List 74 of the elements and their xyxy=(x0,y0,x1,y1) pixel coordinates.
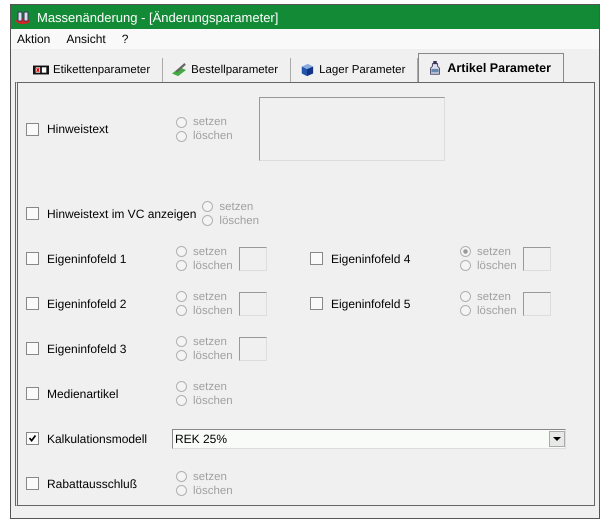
checkbox-label: Eigeninfofeld 1 xyxy=(47,252,126,266)
checkbox-label: Eigeninfofeld 3 xyxy=(47,342,126,356)
checkbox[interactable] xyxy=(26,122,39,136)
checkbox[interactable] xyxy=(26,477,39,490)
tab[interactable]: Etikettenparameter xyxy=(25,58,164,82)
window-title: Massenänderung - [Änderungsparameter] xyxy=(37,10,278,24)
menu-item[interactable]: Ansicht xyxy=(66,32,106,46)
radio-label: löschen xyxy=(193,260,233,272)
radio-label: löschen xyxy=(193,484,233,496)
input-field[interactable] xyxy=(522,246,551,270)
radio-button[interactable] xyxy=(202,201,214,212)
radio-label: setzen xyxy=(193,380,227,392)
bottles-icon xyxy=(15,9,31,25)
radio-button[interactable] xyxy=(460,305,471,316)
checkbox-label: Hinweistext im VC anzeigen xyxy=(47,206,196,220)
radio-button[interactable] xyxy=(176,116,187,128)
checkbox-label: Eigeninfofeld 4 xyxy=(331,252,410,266)
radio-label: setzen xyxy=(477,246,511,258)
radio-button[interactable] xyxy=(176,350,187,361)
tab[interactable]: Bestellparameter xyxy=(163,58,292,82)
radio-button[interactable] xyxy=(460,291,471,302)
text-area[interactable] xyxy=(258,97,445,161)
cube-icon xyxy=(299,63,316,77)
radio-label: setzen xyxy=(193,470,227,482)
radio-label: löschen xyxy=(193,394,233,406)
radio-label: löschen xyxy=(193,350,233,362)
radio-button[interactable] xyxy=(176,260,187,271)
checkbox[interactable] xyxy=(26,387,39,400)
radio-button[interactable] xyxy=(202,215,214,226)
radio-label: setzen xyxy=(193,336,227,348)
radio-button[interactable] xyxy=(176,395,187,406)
radio-label: setzen xyxy=(193,116,227,128)
dropdown-field[interactable]: REK 25% xyxy=(172,428,566,448)
radio-button[interactable] xyxy=(460,246,471,257)
radio-label: löschen xyxy=(477,260,517,272)
radio-label: löschen xyxy=(193,130,233,142)
radio-label: löschen xyxy=(219,214,260,226)
input-field[interactable] xyxy=(522,292,551,316)
radio-label: setzen xyxy=(219,200,254,212)
checkbox[interactable] xyxy=(26,432,39,445)
radio-button[interactable] xyxy=(176,471,187,482)
input-field[interactable] xyxy=(238,336,267,360)
radio-button[interactable] xyxy=(176,305,187,316)
checkbox-label: Eigeninfofeld 2 xyxy=(47,296,126,310)
checkbox[interactable] xyxy=(26,342,39,355)
checkbox-label: Rabattausschluß xyxy=(47,476,138,490)
checkbox-label: Medienartikel xyxy=(47,386,118,400)
radio-button[interactable] xyxy=(176,485,187,496)
radio-label: löschen xyxy=(193,304,233,316)
input-field[interactable] xyxy=(238,246,267,270)
radio-button[interactable] xyxy=(176,246,187,257)
checkbox-label: Kalkulationsmodell xyxy=(47,432,148,446)
checkbox[interactable] xyxy=(310,252,323,265)
radio-label: setzen xyxy=(193,246,227,258)
radio-button[interactable] xyxy=(176,336,187,347)
tab[interactable]: Artikel Parameter xyxy=(418,53,564,82)
radio-button[interactable] xyxy=(176,291,187,302)
checkbox-label: Eigeninfofeld 5 xyxy=(331,296,410,310)
radio-button[interactable] xyxy=(176,130,187,142)
checkbox[interactable] xyxy=(310,297,323,310)
checkbox-label: Hinweistext xyxy=(47,122,108,136)
label-icon xyxy=(33,63,49,77)
checkbox[interactable] xyxy=(26,252,39,265)
input-field[interactable] xyxy=(238,292,267,316)
checkbox[interactable] xyxy=(26,297,39,310)
radio-label: löschen xyxy=(477,304,517,316)
radio-button[interactable] xyxy=(460,260,471,271)
menu-item[interactable]: ? xyxy=(122,32,128,46)
menu-item[interactable]: Aktion xyxy=(17,32,50,46)
pen-icon xyxy=(171,63,188,77)
radio-button[interactable] xyxy=(176,381,187,392)
radio-label: setzen xyxy=(193,290,227,302)
checkbox[interactable] xyxy=(26,207,39,220)
radio-label: setzen xyxy=(477,290,511,302)
